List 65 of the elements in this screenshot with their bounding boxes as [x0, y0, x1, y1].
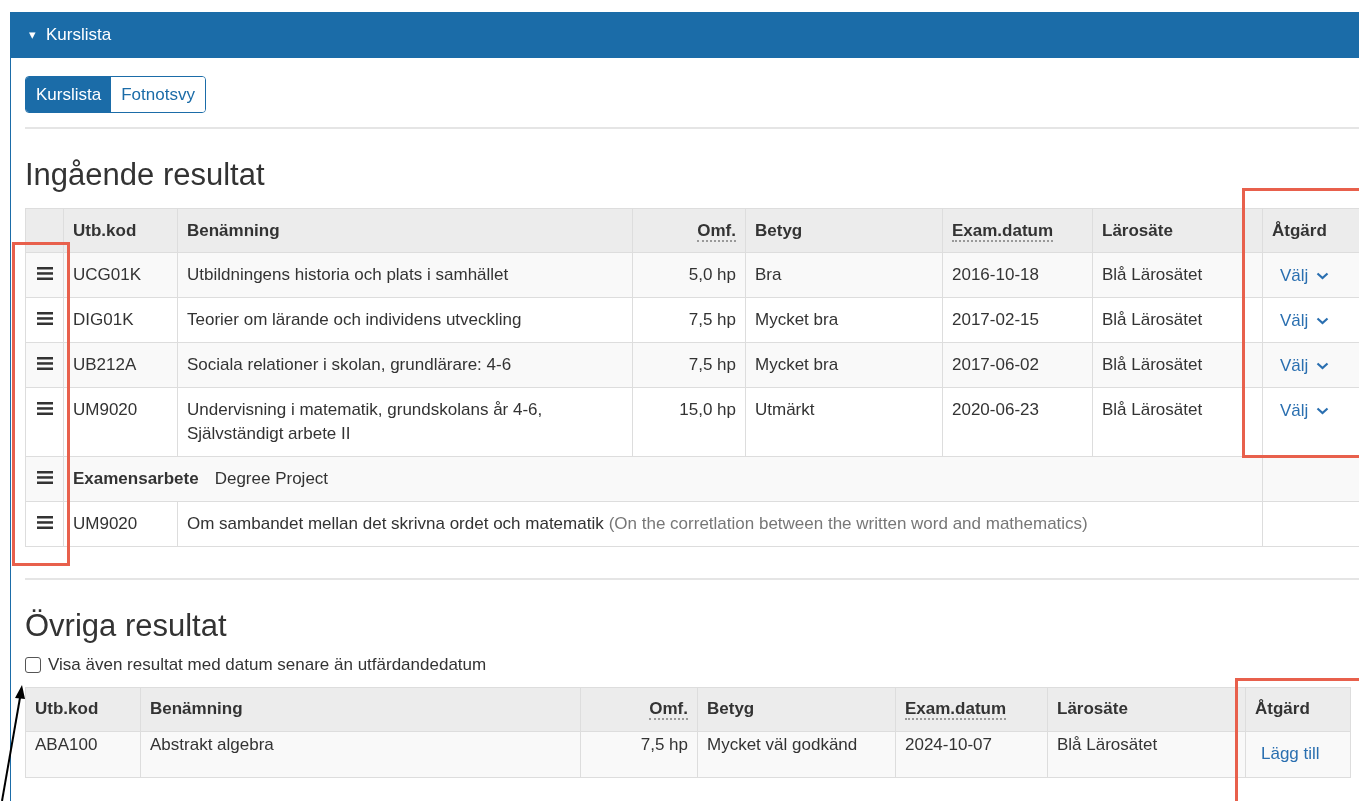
course-name: Teorier om lärande och individens utveckling [187, 310, 522, 329]
exam-date: 2016-10-18 [952, 265, 1039, 284]
column-header: Benämning [187, 220, 280, 240]
chevron-down-icon [1316, 316, 1330, 325]
institution: Blå Lärosätet [1102, 400, 1203, 419]
column-header: Åtgärd [1255, 699, 1310, 719]
chevron-down-icon [1316, 406, 1330, 415]
drag-handle-icon[interactable] [36, 516, 53, 529]
chevron-down-icon [1316, 361, 1330, 370]
course-code: ABA100 [35, 734, 98, 754]
column-header: Benämning [150, 699, 243, 719]
course-name: Undervisning i matematik, grundskolans år 4-6, Självständigt arbete II [187, 400, 543, 443]
course-code: UM9020 [73, 514, 138, 533]
course-code: UM9020 [73, 400, 138, 419]
credits: 7,5 hp [640, 734, 688, 754]
panel-header[interactable]: ▾ Kurslista [11, 12, 1359, 58]
drag-handle-icon[interactable] [36, 312, 53, 325]
checkbox[interactable] [25, 656, 41, 673]
grade: Bra [755, 265, 782, 284]
column-header: Omf. [697, 220, 736, 242]
grade: Mycket bra [755, 310, 839, 329]
exam-date: 2024-10-07 [905, 734, 992, 754]
tab[interactable]: Kurslista [26, 77, 112, 112]
course-name: Sociala relationer i skolan, grundlärare: 4-6 [187, 355, 512, 374]
credits: 15,0 hp [679, 400, 736, 419]
exam-date: 2017-06-02 [952, 355, 1039, 374]
drag-handle-icon[interactable] [36, 402, 53, 415]
course-code: UB212A [73, 355, 137, 374]
column-header: Utb.kod [73, 220, 137, 240]
institution: Blå Lärosätet [1102, 355, 1203, 374]
drag-handle-icon[interactable] [36, 471, 53, 484]
section-heading: Övriga resultat [25, 608, 227, 644]
thesis-title-english: (On the corretlation between the written word and mathematics) [608, 513, 1088, 535]
column-header: Omf. [649, 699, 688, 721]
chevron-down-icon [1316, 271, 1330, 280]
credits: 7,5 hp [688, 310, 736, 329]
course-name: Abstrakt algebra [150, 734, 274, 754]
institution: Blå Lärosätet [1057, 734, 1158, 754]
section-heading: Ingående resultat [25, 157, 265, 193]
course-code: DIG01K [73, 310, 134, 329]
course-name: Utbildningens historia och plats i samhället [187, 265, 509, 284]
exam-date: 2017-02-15 [952, 310, 1039, 329]
column-header: Utb.kod [35, 699, 99, 719]
grade: Mycket väl godkänd [707, 734, 858, 754]
credits: 7,5 hp [688, 355, 736, 374]
group-label-english: Degree Project [214, 468, 329, 490]
column-header: Lärosäte [1057, 699, 1128, 719]
exam-date: 2020-06-23 [952, 400, 1039, 419]
column-header: Betyg [755, 220, 803, 240]
column-header: Åtgärd [1272, 220, 1327, 240]
grade: Utmärkt [755, 400, 815, 419]
institution: Blå Lärosätet [1102, 265, 1203, 284]
grade: Mycket bra [755, 355, 839, 374]
column-header: Betyg [707, 699, 755, 719]
course-code: UCG01K [73, 265, 142, 284]
column-header: Exam.datum [905, 699, 1007, 721]
credits: 5,0 hp [688, 265, 736, 284]
column-header: Lärosäte [1102, 220, 1173, 240]
institution: Blå Lärosätet [1102, 310, 1203, 329]
checkbox-label: Visa även resultat med datum senare än utfärdandedatum [48, 654, 487, 676]
group-label: Examensarbete [73, 468, 199, 490]
drag-handle-icon[interactable] [36, 267, 53, 280]
drag-handle-icon[interactable] [36, 357, 53, 370]
thesis-title: Om sambandet mellan det skrivna ordet och matematik [187, 513, 604, 535]
column-header: Exam.datum [952, 220, 1054, 242]
